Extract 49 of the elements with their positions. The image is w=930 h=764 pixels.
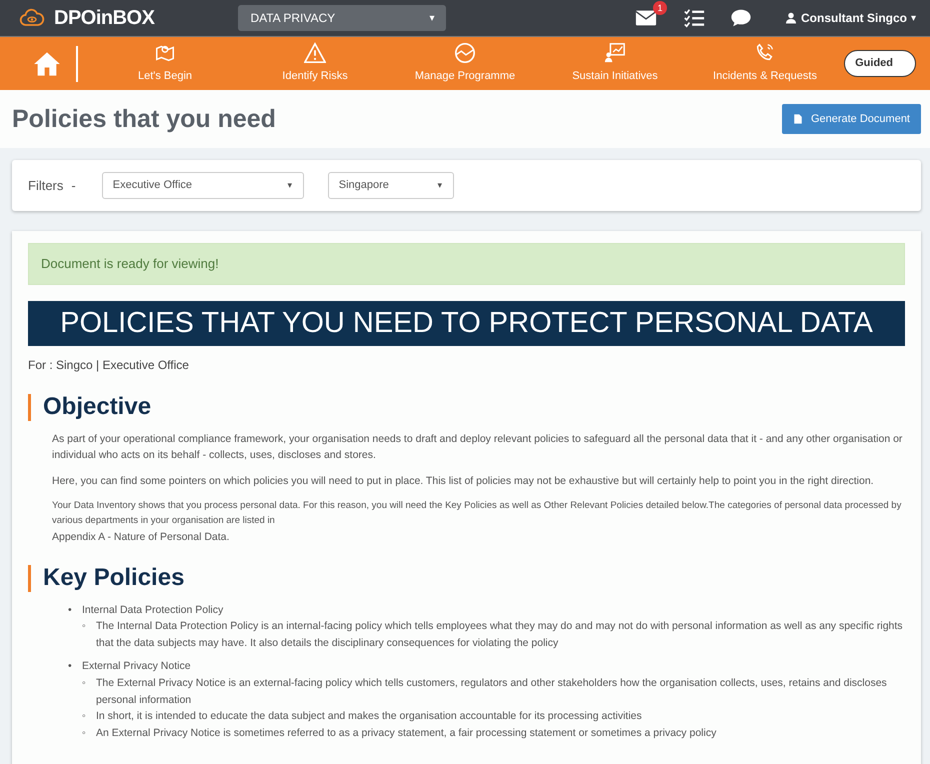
home-icon [32, 50, 62, 78]
nav-link[interactable]: Manage Programme [414, 68, 516, 85]
caret-icon: ▾ [429, 10, 434, 26]
paragraph-text: As part of your operational compliance framework, your organisation needs to draft and deploy relevant policies to safeguard all the personal data that it - and any other organisation or individual who acts on its behalf - collects, uses, discloses and stores. [52, 432, 904, 463]
list-item: The External Privacy Notice is an external-facing policy which tells customers, regulators and other stakeholders how the organisation collects, uses, retains and discloses personal information [96, 676, 888, 708]
section-heading: Key Policies [28, 565, 905, 592]
paragraph-text: Here, you can find some pointers on which policies you will need to put in place. This list of policies may not be exhaustive but will certainly help to point you in the right direction. [52, 474, 875, 490]
chart-icon [454, 42, 476, 64]
nav-link[interactable]: Incidents & Requests [713, 68, 817, 85]
nav-link[interactable]: Sustain Initiatives [572, 68, 658, 85]
generate-document-button[interactable]: Generate Document [782, 104, 921, 134]
success-alert: Document is ready for viewing! [28, 243, 905, 284]
caret-icon: ▾ [911, 10, 916, 26]
caret-icon: ▾ [288, 178, 293, 192]
page-title: Policies that you need [12, 104, 276, 134]
list-item: External Privacy Notice [82, 660, 191, 672]
user-icon [785, 12, 797, 24]
bullet-marker: ◦ [82, 619, 87, 634]
filter-select[interactable]: Executive Office ▾ [102, 172, 304, 199]
bullet-marker: ◦ [82, 726, 87, 742]
nav-link[interactable]: Let's Begin [138, 68, 192, 85]
chat-icon [729, 7, 753, 29]
nav-link[interactable]: Identify Risks [282, 68, 348, 85]
bullet-marker: ◦ [82, 676, 87, 691]
presentation-icon [604, 42, 626, 64]
bullet-marker: • [68, 602, 73, 618]
filters-label: Filters [28, 176, 64, 195]
user-menu[interactable]: Consultant Singco [801, 9, 907, 27]
guided-toggle[interactable]: Guided [844, 50, 916, 77]
section-heading: Objective [28, 394, 905, 421]
list-item: In short, it is intended to educate the data subject and makes the organisation accountable for its processing activities [96, 709, 642, 724]
caret-icon: ▾ [438, 178, 443, 192]
document-icon [792, 113, 803, 125]
warning-icon [304, 42, 326, 64]
document-banner: POLICIES THAT YOU NEED TO PROTECT PERSONAL DATA [28, 300, 905, 346]
list-item: Internal Data Protection Policy [82, 604, 224, 616]
paragraph-text: Your Data Inventory shows that you process personal data. For this reason, you will need the Key Policies as well as Other Relevant Policies detailed below.The categories of personal data processed by various departments in your organisation are listed in [52, 499, 902, 528]
list-item: The Internal Data Protection Policy is an internal-facing policy which tells employees what they may do and may not do with personal information as well as any specific rights that the data subjects may have. It also details the disciplinary consequences for violating the policy [96, 619, 904, 652]
separator-text: - [71, 176, 76, 195]
logo-text: DPOinBOX [54, 6, 154, 31]
module-select[interactable]: DATA PRIVACY ▾ [238, 5, 446, 31]
notification-badge: 1 [653, 1, 667, 15]
for-line: For : Singco | Executive Office [28, 357, 190, 374]
filter-select[interactable]: Singapore ▾ [328, 172, 454, 199]
checklist-icon [683, 7, 705, 29]
paragraph-text: Appendix A - Nature of Personal Data. [52, 530, 230, 545]
bullet-marker: ◦ [82, 709, 87, 724]
list-item: An External Privacy Notice is sometimes referred to as a privacy statement, a fair processing statement or sometimes a privacy policy [96, 726, 716, 742]
bullet-marker: • [68, 658, 73, 674]
